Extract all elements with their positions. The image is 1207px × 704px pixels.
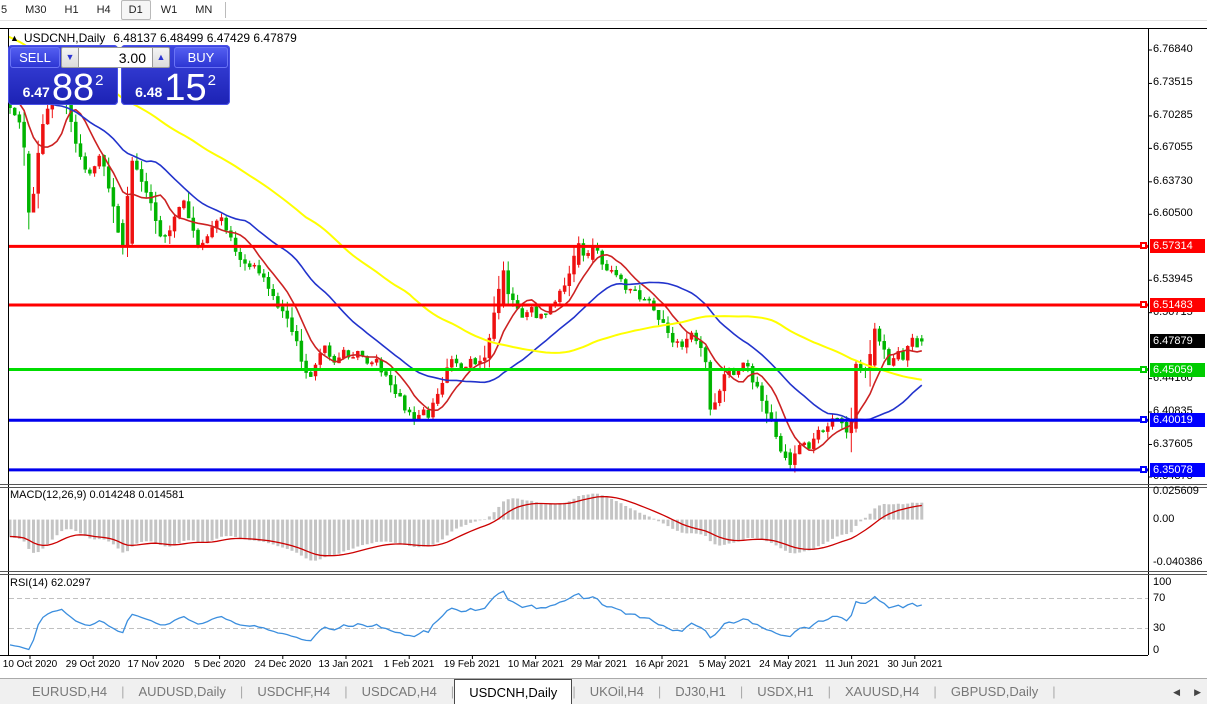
price-level-flag: 6.40019	[1150, 413, 1205, 427]
collapse-triangle-icon[interactable]: ▲	[10, 33, 19, 43]
level-marker-icon[interactable]	[1140, 301, 1147, 308]
date-axis-label: 10 Mar 2021	[508, 659, 564, 670]
date-axis-label: 24 Dec 2020	[255, 659, 312, 670]
price-level-flag: 6.51483	[1150, 298, 1205, 312]
rsi-axis-label: 30	[1153, 622, 1165, 634]
price-axis-tick-label: 6.73515	[1153, 76, 1193, 88]
price-level-flag: 6.35078	[1150, 463, 1205, 477]
price-axis-tick-label: 6.70285	[1153, 109, 1193, 121]
sell-quote-pips: 88	[52, 71, 94, 105]
candles-layer	[9, 63, 924, 472]
buy-quote-point: 2	[208, 72, 216, 89]
macd-axis-label: 0.025609	[1153, 485, 1199, 497]
ma-fast-line	[1, 91, 922, 450]
price-axis-tick-label: 6.37605	[1153, 438, 1193, 450]
price-axis-tick-label: 6.76840	[1153, 43, 1193, 55]
date-axis-label: 29 Oct 2020	[66, 659, 120, 670]
chart-tab-usdchf[interactable]: USDCHF,H4	[243, 679, 344, 704]
level-marker-icon[interactable]	[1140, 242, 1147, 249]
chart-symbol-label: USDCNH,Daily	[24, 31, 105, 45]
price-axis-tick-label: 6.60500	[1153, 207, 1193, 219]
price-axis-tick-label: 6.63730	[1153, 175, 1193, 187]
sell-quote-point: 2	[95, 72, 103, 89]
chart-tab-audusd[interactable]: AUDUSD,Daily	[125, 679, 240, 704]
date-axis-label: 11 Jun 2021	[825, 659, 879, 670]
chart-tab-xauusd[interactable]: XAUUSD,H4	[831, 679, 933, 704]
date-axis-label: 13 Jan 2021	[318, 659, 373, 670]
level-marker-icon[interactable]	[1140, 416, 1147, 423]
sell-quote[interactable]: 6.47 88 2	[8, 69, 118, 105]
buy-quote[interactable]: 6.48 15 2	[121, 69, 230, 105]
date-axis-label: 24 May 2021	[759, 659, 817, 670]
level-marker-icon[interactable]	[1140, 366, 1147, 373]
chart-tab-bar: EURUSD,H4|AUDUSD,Daily|USDCHF,H4|USDCAD,…	[0, 678, 1207, 704]
date-axis-label: 10 Oct 2020	[3, 659, 57, 670]
macd-layer	[10, 494, 922, 561]
date-axis-label: 19 Feb 2021	[444, 659, 500, 670]
date-axis-label: 1 Feb 2021	[384, 659, 435, 670]
date-axis-label: 5 May 2021	[699, 659, 751, 670]
chart-tab-usdcnh[interactable]: USDCNH,Daily	[454, 679, 572, 704]
chart-ohlc-values: 6.48137 6.48499 6.47429 6.47879	[113, 31, 297, 45]
macd-label: MACD(12,26,9) 0.014248 0.014581	[10, 489, 184, 501]
macd-axis-label: 0.00	[1153, 513, 1174, 525]
tab-scroll-right-icon[interactable]: ▶	[1194, 687, 1201, 698]
price-axis-tick-label: 6.67055	[1153, 141, 1193, 153]
price-level-flag: 6.57314	[1150, 239, 1205, 253]
chart-tab-usdcad[interactable]: USDCAD,H4	[348, 679, 451, 704]
date-axis-label: 29 Mar 2021	[571, 659, 627, 670]
level-marker-icon[interactable]	[1140, 466, 1147, 473]
date-axis-label: 30 Jun 2021	[887, 659, 942, 670]
buy-quote-pips: 15	[164, 71, 206, 105]
date-axis-label: 5 Dec 2020	[194, 659, 245, 670]
rsi-axis-label: 100	[1153, 576, 1171, 588]
rsi-axis-label: 70	[1153, 592, 1165, 604]
chart-tab-dj30[interactable]: DJ30,H1	[661, 679, 740, 704]
one-click-trading-panel: SELL BUY ▼ ▲ 6.47 88 2 6.48 15 2	[8, 45, 230, 105]
tab-separator: |	[1052, 679, 1055, 704]
sell-quote-prefix: 6.47	[23, 84, 50, 105]
rsi-line	[10, 591, 922, 649]
chart-tabs: EURUSD,H4|AUDUSD,Daily|USDCHF,H4|USDCAD,…	[18, 679, 1056, 704]
chart-title: ▲ USDCNH,Daily 6.48137 6.48499 6.47429 6.4…	[10, 31, 297, 45]
tab-scroll-arrows: ◀ ▶	[1173, 679, 1201, 704]
volume-input[interactable]	[79, 47, 152, 68]
volume-increase-icon[interactable]: ▲	[152, 47, 170, 68]
tab-scroll-left-icon[interactable]: ◀	[1173, 687, 1180, 698]
chart-tab-ukoil[interactable]: UKOil,H4	[576, 679, 658, 704]
volume-decrease-icon[interactable]: ▼	[61, 47, 79, 68]
chart-tab-eurusd[interactable]: EURUSD,H4	[18, 679, 121, 704]
date-axis-label: 17 Nov 2020	[128, 659, 185, 670]
current-price-flag: 6.47879	[1150, 334, 1205, 348]
rsi-label: RSI(14) 62.0297	[10, 577, 91, 589]
buy-quote-prefix: 6.48	[135, 84, 162, 105]
sell-button[interactable]: SELL	[10, 47, 60, 68]
rsi-axis-label: 0	[1153, 644, 1159, 656]
price-axis-tick-label: 6.53945	[1153, 273, 1193, 285]
date-axis-label: 16 Apr 2021	[635, 659, 689, 670]
chart-tab-usdx[interactable]: USDX,H1	[743, 679, 827, 704]
buy-button[interactable]: BUY	[174, 47, 228, 68]
macd-axis-label: -0.040386	[1153, 556, 1203, 568]
price-level-flag: 6.45059	[1150, 363, 1205, 377]
mt4-window: 5M30H1H4D1W1MN ▲USDCNH,Daily6.48137 6.48…	[0, 0, 1207, 704]
chart-tab-gbpusd[interactable]: GBPUSD,Daily	[937, 679, 1052, 704]
